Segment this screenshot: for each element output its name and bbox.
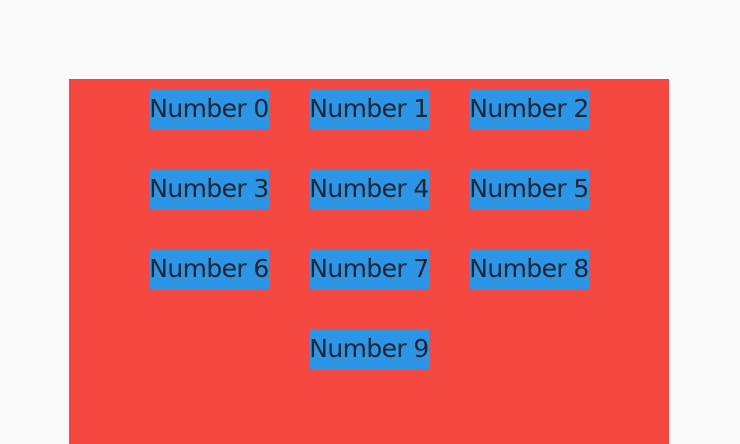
number-tile-6: Number 6 <box>149 249 269 289</box>
number-tile-4: Number 4 <box>309 169 429 209</box>
number-tile-2: Number 2 <box>469 89 589 129</box>
number-tile-7: Number 7 <box>309 249 429 289</box>
number-tile-8: Number 8 <box>469 249 589 289</box>
number-tile-9: Number 9 <box>309 329 429 369</box>
number-tile-5: Number 5 <box>469 169 589 209</box>
number-tile-3: Number 3 <box>149 169 269 209</box>
number-tile-0: Number 0 <box>149 89 269 129</box>
grid-panel: Number 0 Number 1 Number 2 Number 3 Numb… <box>69 79 669 444</box>
number-tile-1: Number 1 <box>309 89 429 129</box>
